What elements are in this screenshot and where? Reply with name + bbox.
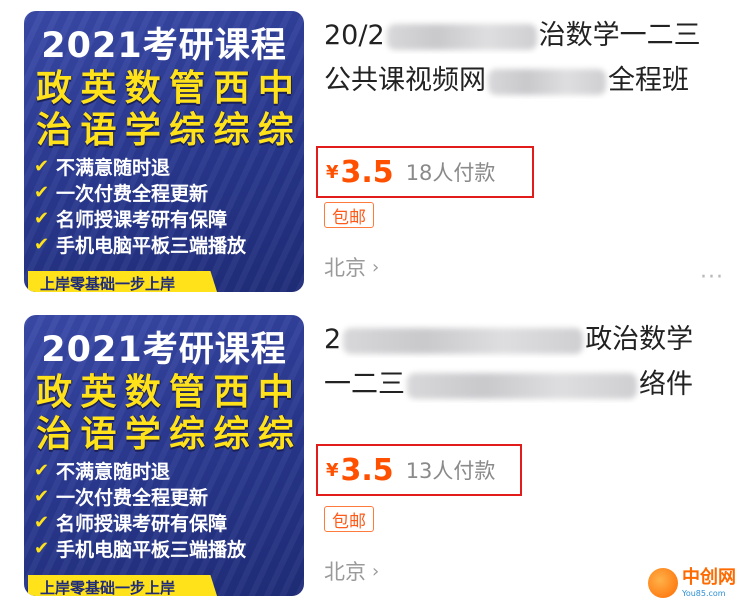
subject-char: 学 — [124, 110, 161, 151]
feature-text: 不满意随时退 — [56, 156, 171, 179]
subject-char: 综 — [213, 414, 250, 455]
feature-item: ✔ 名师授课考研有保障 — [34, 205, 298, 231]
location-link[interactable]: 北京 › — [324, 556, 379, 586]
listing-title-line-1[interactable]: 20/2 治数学一二三 — [324, 18, 734, 54]
currency-symbol: ¥ — [326, 161, 339, 183]
feature-text: 一次付费全程更新 — [56, 486, 209, 509]
listing-title-line-1[interactable]: 2 政治数学 — [324, 322, 734, 358]
listing-title-line-2[interactable]: 公共课视频网 全程班 — [324, 63, 734, 99]
blurred-text — [488, 68, 606, 95]
title-text: 全程班 — [608, 65, 689, 96]
check-icon: ✔ — [34, 233, 50, 255]
subject-char: 学 — [124, 414, 161, 455]
thumbnail-banner: 上岸零基础一步上岸 — [28, 271, 218, 292]
watermark-logo-icon — [648, 568, 678, 598]
subject-char: 综 — [257, 110, 294, 151]
feature-text: 不满意随时退 — [56, 460, 171, 483]
watermark-main: 中创网 — [682, 566, 736, 588]
subject-char: 英 — [80, 372, 117, 413]
thumbnail-banner: 上岸零基础一步上岸 — [28, 575, 218, 596]
feature-item: ✔ 不满意随时退 — [34, 153, 298, 179]
product-thumbnail[interactable]: 2021考研课程 政 英 数 管 西 中 治 语 学 综 综 综 ✔ 不满意随时退… — [24, 11, 304, 292]
blurred-text — [407, 372, 637, 399]
feature-item: ✔ 手机电脑平板三端播放 — [34, 231, 298, 257]
check-icon: ✔ — [34, 511, 50, 533]
feature-item: ✔ 手机电脑平板三端播放 — [34, 535, 298, 561]
listing-card[interactable]: 2021考研课程 政 英 数 管 西 中 治 语 学 综 综 综 ✔ 不满意随时退… — [0, 0, 752, 300]
listing-card[interactable]: 2021考研课程 政 英 数 管 西 中 治 语 学 综 综 综 ✔ 不满意随时退… — [0, 304, 752, 604]
product-thumbnail[interactable]: 2021考研课程 政 英 数 管 西 中 治 语 学 综 综 综 ✔ 不满意随时退… — [24, 315, 304, 596]
blurred-text — [343, 327, 584, 354]
feature-text: 名师授课考研有保障 — [56, 512, 228, 535]
site-watermark: 中创网 You85.com — [648, 563, 748, 603]
feature-item: ✔ 不满意随时退 — [34, 457, 298, 483]
chevron-right-icon: › — [372, 560, 380, 582]
location-text: 北京 — [324, 256, 366, 280]
subject-char: 综 — [257, 414, 294, 455]
subject-char: 综 — [169, 414, 206, 455]
subject-char: 语 — [80, 110, 117, 151]
subject-char: 中 — [257, 372, 294, 413]
subject-char: 管 — [169, 372, 206, 413]
watermark-sub: You85.com — [682, 588, 726, 598]
location-text: 北京 — [324, 560, 366, 584]
title-text: 20/2 — [324, 20, 385, 51]
feature-item: ✔ 一次付费全程更新 — [34, 179, 298, 205]
feature-text: 手机电脑平板三端播放 — [56, 234, 247, 257]
subject-char: 治 — [36, 414, 73, 455]
watermark-text: 中创网 You85.com — [682, 566, 736, 598]
price-highlight: ¥ 3.5 18人付款 — [316, 146, 534, 198]
paid-count: 18人付款 — [405, 161, 496, 185]
location-link[interactable]: 北京 › — [324, 252, 379, 282]
price-highlight: ¥ 3.5 13人付款 — [316, 444, 522, 496]
subject-char: 中 — [257, 68, 294, 109]
thumbnail-features: ✔ 不满意随时退 ✔ 一次付费全程更新 ✔ 名师授课考研有保障 ✔ 手机电脑平板三端播放 — [34, 153, 298, 257]
title-text: 络件 — [639, 369, 693, 400]
thumbnail-title: 2021考研课程 — [41, 26, 287, 66]
subject-char: 综 — [169, 110, 206, 151]
title-text: 2 — [324, 324, 342, 355]
check-icon: ✔ — [34, 537, 50, 559]
title-text: 治数学一二三 — [538, 20, 701, 51]
check-icon: ✔ — [34, 155, 50, 177]
title-text: 一二三 — [324, 369, 405, 400]
feature-text: 一次付费全程更新 — [56, 182, 209, 205]
subject-char: 英 — [80, 68, 117, 109]
thumbnail-features: ✔ 不满意随时退 ✔ 一次付费全程更新 ✔ 名师授课考研有保障 ✔ 手机电脑平板三端播放 — [34, 457, 298, 561]
thumbnail-title: 2021考研课程 — [41, 330, 287, 370]
subject-char: 西 — [213, 68, 250, 109]
subject-char: 管 — [169, 68, 206, 109]
free-shipping-tag: 包邮 — [324, 506, 374, 532]
subject-char: 数 — [124, 68, 161, 109]
title-text: 公共课视频网 — [324, 65, 486, 96]
more-dots-icon[interactable]: ··· — [700, 265, 724, 290]
chevron-right-icon: › — [372, 256, 380, 278]
feature-item: ✔ 一次付费全程更新 — [34, 483, 298, 509]
free-shipping-tag: 包邮 — [324, 202, 374, 228]
subject-char: 数 — [124, 372, 161, 413]
feature-text: 手机电脑平板三端播放 — [56, 538, 247, 561]
subject-char: 语 — [80, 414, 117, 455]
thumbnail-subjects: 政 英 数 管 西 中 治 语 学 综 综 综 — [32, 69, 298, 151]
paid-count: 13人付款 — [405, 459, 496, 483]
thumbnail-subjects: 政 英 数 管 西 中 治 语 学 综 综 综 — [32, 373, 298, 455]
subject-char: 治 — [36, 110, 73, 151]
blurred-text — [386, 23, 537, 50]
title-text: 政治数学 — [585, 324, 694, 355]
currency-symbol: ¥ — [326, 459, 339, 481]
subject-char: 政 — [36, 372, 73, 413]
check-icon: ✔ — [34, 207, 50, 229]
subject-char: 西 — [213, 372, 250, 413]
check-icon: ✔ — [34, 181, 50, 203]
feature-item: ✔ 名师授课考研有保障 — [34, 509, 298, 535]
check-icon: ✔ — [34, 485, 50, 507]
listing-title-line-2[interactable]: 一二三 络件 — [324, 367, 734, 403]
feature-text: 名师授课考研有保障 — [56, 208, 228, 231]
subject-char: 政 — [36, 68, 73, 109]
subject-char: 综 — [213, 110, 250, 151]
check-icon: ✔ — [34, 459, 50, 481]
price-value: 3.5 — [340, 154, 394, 190]
price-value: 3.5 — [340, 452, 394, 488]
